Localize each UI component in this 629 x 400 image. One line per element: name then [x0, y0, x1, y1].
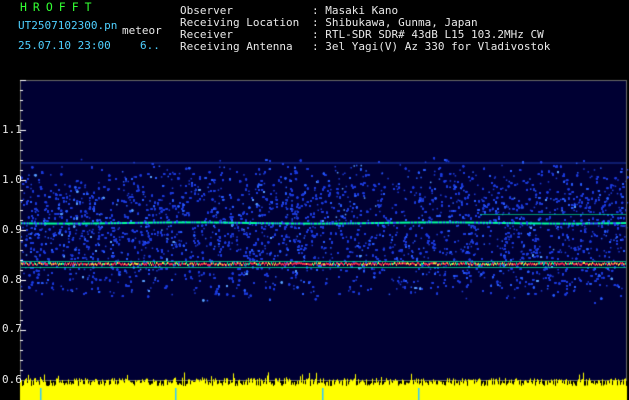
freq-tick-label: 1.1 [2, 123, 22, 136]
freq-tick-label: 0.8 [2, 273, 22, 286]
freq-tick-label: 0.9 [2, 223, 22, 236]
datetime-label: 25.07.10 23:00 [18, 39, 111, 52]
count-label: 6.. [140, 39, 160, 52]
spectrogram-plot [0, 70, 629, 400]
freq-tick-label: 1.0 [2, 173, 22, 186]
app-brand: HROFFT [20, 0, 98, 14]
meta-value-antenna: : 3el Yagi(V) Az 330 for Vladivostok [312, 40, 551, 53]
file-name: UT2507102300.pn [18, 19, 118, 32]
mode-label: meteor [122, 24, 162, 37]
meta-label-antenna: Receiving Antenna [180, 40, 293, 53]
freq-tick-label: 0.6 [2, 373, 22, 386]
freq-tick-label: 0.7 [2, 322, 22, 335]
